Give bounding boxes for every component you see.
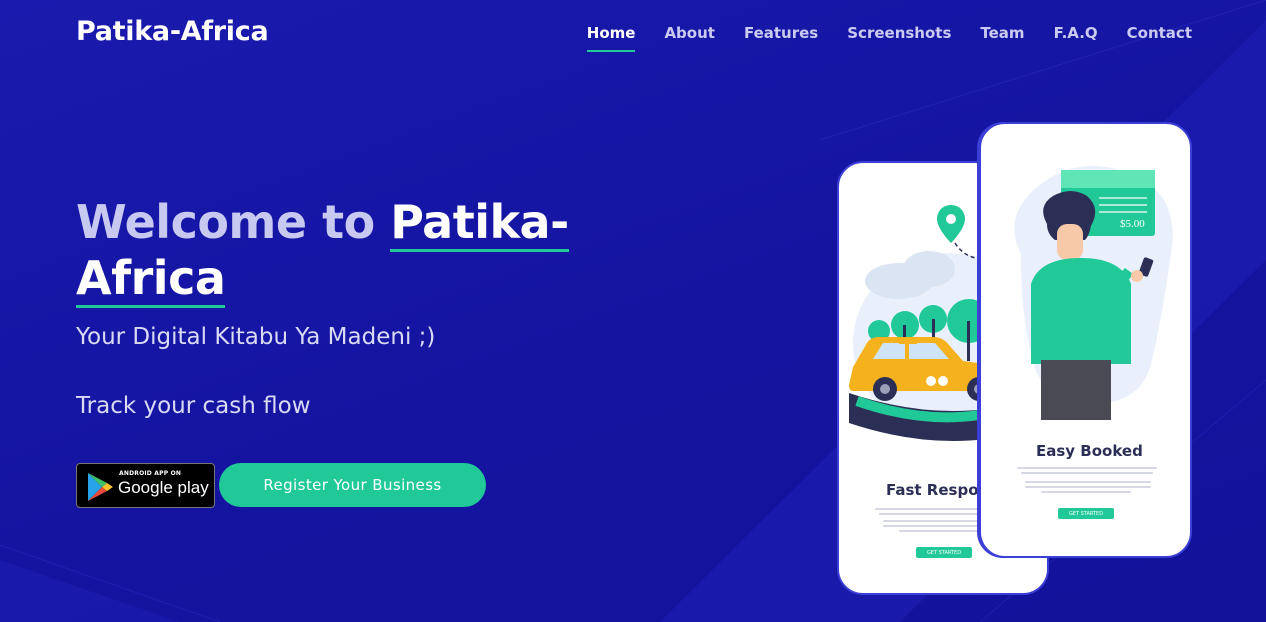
phone2-text-line	[1017, 467, 1157, 469]
person-phone-illustration	[1014, 166, 1173, 420]
hero-subline: Track your cash flow	[76, 393, 311, 419]
hero-title-prefix: Welcome to	[76, 195, 391, 249]
nav-home[interactable]: Home	[586, 24, 635, 52]
phone2-text-line	[1025, 486, 1151, 488]
nav-screenshots[interactable]: Screenshots	[847, 24, 951, 42]
hero-title: Welcome to Patika- Africa	[76, 194, 596, 308]
top-navbar: Patika-Africa Home About Features Screen…	[0, 0, 1266, 66]
hero-title-highlight: Patika-	[390, 195, 569, 252]
main-nav: Home About Features Screenshots Team F.A…	[558, 24, 1192, 52]
phone2-text-line	[1041, 491, 1131, 493]
register-business-button[interactable]: Register Your Business	[219, 463, 486, 507]
nav-faq[interactable]: F.A.Q	[1054, 24, 1098, 42]
google-play-small-text: ANDROID APP ON	[119, 470, 182, 477]
nav-team[interactable]: Team	[980, 24, 1024, 42]
google-play-big-text: Google play	[118, 478, 209, 497]
phone1-get-started-button[interactable]: GET STARTED	[916, 547, 972, 558]
phone1-title: Fast Respon	[886, 481, 990, 499]
brand-logo[interactable]: Patika-Africa	[76, 16, 269, 47]
phone1-text-line	[899, 530, 989, 532]
payment-amount: $5.00	[1120, 218, 1145, 230]
hero-title-highlight-2: Africa	[76, 251, 226, 308]
nav-contact[interactable]: Contact	[1127, 24, 1192, 42]
phone-mockup-easy-booked: $5.00 Easy Booked GET STARTED	[979, 122, 1192, 558]
nav-about[interactable]: About	[664, 24, 715, 42]
google-play-button[interactable]: ANDROID APP ON Google play	[76, 463, 215, 508]
google-play-icon	[88, 473, 113, 501]
phone2-text-line	[1021, 472, 1153, 474]
phone2-get-started-button[interactable]: GET STARTED	[1058, 508, 1114, 519]
nav-features[interactable]: Features	[744, 24, 818, 42]
phone2-text-line	[1025, 481, 1151, 483]
phone2-title: Easy Booked	[1036, 442, 1143, 460]
hero-tagline: Your Digital Kitabu Ya Madeni ;)	[76, 324, 436, 350]
